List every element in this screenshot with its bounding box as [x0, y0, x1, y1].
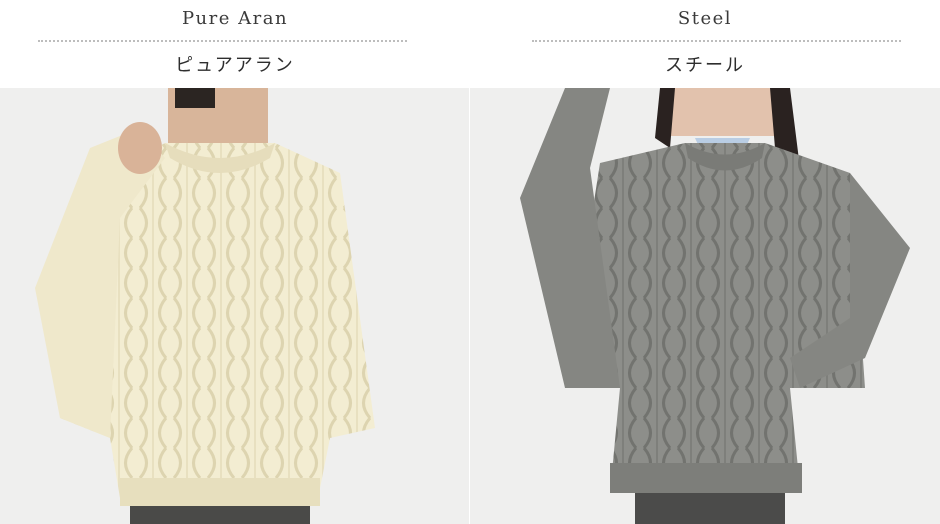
color-header: Steel スチール [470, 0, 940, 88]
color-name-en: Pure Aran [181, 8, 289, 29]
product-photo-pure-aran [0, 88, 470, 524]
color-header: Pure Aran ピュアアラン [0, 0, 470, 88]
color-name-jp: ピュアアラン [175, 55, 295, 76]
color-swatch-pure-aran: Pure Aran ピュアアラン [0, 0, 470, 524]
product-photo-steel [470, 88, 940, 524]
color-swatch-steel: Steel スチール [470, 0, 940, 524]
dotted-divider [532, 40, 901, 42]
dotted-divider [38, 40, 407, 42]
color-name-jp: スチール [665, 55, 745, 76]
color-name-en: Steel [677, 8, 733, 29]
model-wearing-steel-sweater [470, 88, 940, 524]
model-wearing-pure-aran-sweater [0, 88, 470, 524]
